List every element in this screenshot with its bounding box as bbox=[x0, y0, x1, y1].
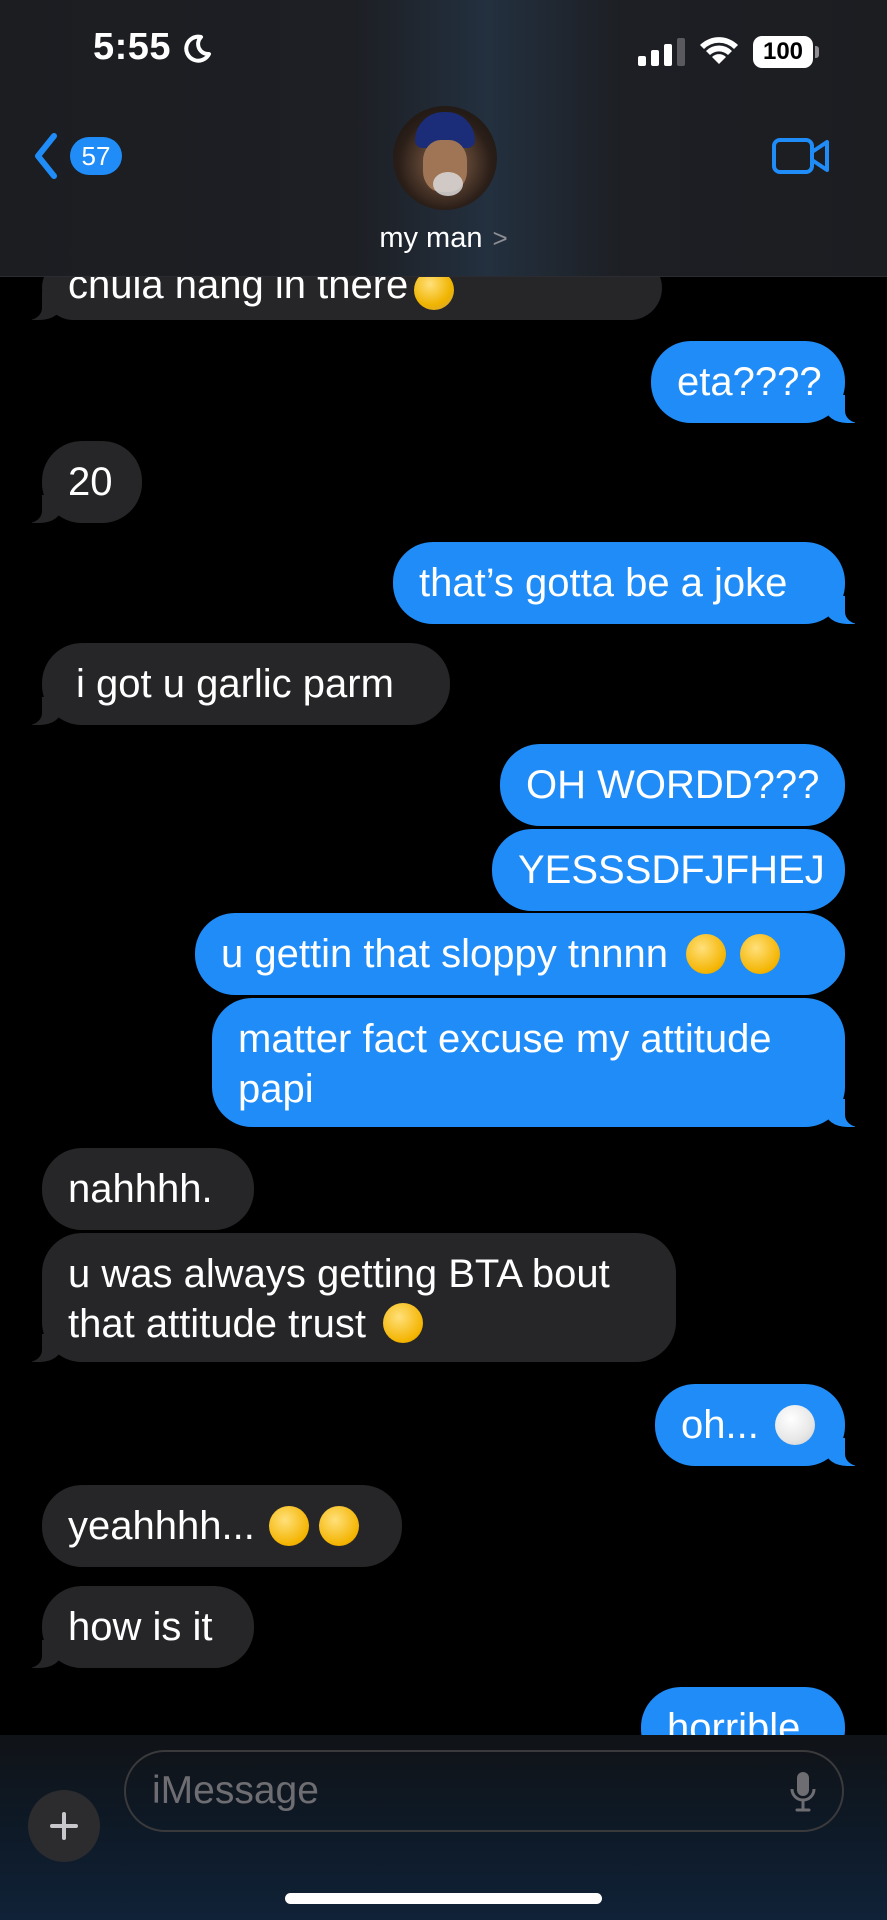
message-bubble-outgoing[interactable]: that’s gotta be a joke bbox=[393, 542, 867, 624]
imessage-input[interactable] bbox=[152, 1766, 712, 1816]
message-text: oh... bbox=[681, 1403, 759, 1447]
mic-icon[interactable] bbox=[790, 1771, 816, 1813]
home-indicator bbox=[285, 1893, 602, 1904]
contact-name-button[interactable]: my man > bbox=[0, 222, 887, 255]
weary-face-emoji-icon bbox=[686, 934, 726, 974]
wifi-icon bbox=[700, 37, 738, 64]
message-composer bbox=[0, 1735, 887, 1920]
message-text-body: u was always getting BTA bout that attit… bbox=[68, 1252, 610, 1346]
message-text: eta???? bbox=[677, 360, 822, 404]
message-bubble-incoming[interactable]: 20 bbox=[20, 441, 142, 523]
message-bubble-outgoing[interactable]: u gettin that sloppy tnnnn bbox=[195, 913, 845, 995]
message-bubble-outgoing[interactable]: horrible bbox=[641, 1687, 845, 1735]
message-text: how is it bbox=[68, 1605, 213, 1649]
plus-icon bbox=[50, 1812, 78, 1840]
apps-plus-button[interactable] bbox=[28, 1790, 100, 1862]
message-text: OH WORDD??? bbox=[526, 763, 820, 807]
message-bubble-incoming[interactable]: i got u garlic parm bbox=[20, 643, 450, 725]
message-text: matter fact excuse my attitude papi bbox=[238, 1017, 772, 1111]
rolling-laughing-emoji-icon bbox=[318, 1506, 359, 1546]
status-bar-time: 5:55 bbox=[93, 26, 172, 68]
weary-face-emoji-icon bbox=[740, 934, 780, 974]
conversation-header: 5:55 100 57 my man > bbox=[0, 0, 887, 277]
message-bubble-outgoing[interactable]: eta???? bbox=[651, 341, 867, 423]
message-text: 20 bbox=[68, 460, 113, 504]
message-text: i got u garlic parm bbox=[76, 662, 394, 706]
rolling-laughing-emoji-icon bbox=[268, 1506, 309, 1546]
message-text: horrible bbox=[667, 1706, 801, 1735]
message-bubble-incoming[interactable]: yeahhhh... bbox=[42, 1485, 402, 1567]
message-bubble-incoming[interactable]: nahhhh. bbox=[42, 1148, 254, 1230]
chevron-left-icon bbox=[35, 133, 57, 179]
message-bubble-incoming[interactable]: how is it bbox=[20, 1586, 254, 1668]
message-text: u gettin that sloppy tnnnn bbox=[221, 932, 668, 976]
message-bubble-outgoing[interactable]: OH WORDD??? bbox=[500, 744, 845, 826]
moon-icon bbox=[184, 34, 211, 63]
imessage-field[interactable] bbox=[124, 1750, 844, 1832]
message-bubble-outgoing[interactable]: oh... bbox=[655, 1384, 867, 1466]
message-text: yeahhhh... bbox=[68, 1504, 255, 1548]
contact-name: my man bbox=[379, 222, 483, 254]
unread-count-badge: 57 bbox=[70, 137, 122, 175]
cellular-signal-icon bbox=[638, 38, 685, 66]
message-bubble-incoming[interactable]: u was always getting BTA bout that attit… bbox=[20, 1233, 676, 1362]
message-bubble-outgoing[interactable]: YESSSDFJFHEJ bbox=[492, 829, 845, 911]
contact-avatar[interactable] bbox=[393, 106, 497, 210]
message-text: u was always getting BTA bout that attit… bbox=[68, 1249, 648, 1349]
battery-level: 100 bbox=[753, 36, 813, 68]
message-text: that’s gotta be a joke bbox=[419, 561, 788, 605]
face-in-clouds-emoji-icon bbox=[774, 1405, 815, 1445]
messages-screen: chula hang in there eta???? 20 that’s go… bbox=[0, 0, 887, 1920]
back-button[interactable]: 57 bbox=[32, 130, 124, 182]
battery-cap bbox=[815, 46, 819, 58]
battery-indicator: 100 bbox=[753, 36, 819, 68]
chevron-right-icon: > bbox=[492, 223, 508, 253]
pensive-face-emoji-icon bbox=[383, 1303, 424, 1343]
facetime-video-button[interactable] bbox=[772, 136, 830, 176]
avatar-smoke bbox=[433, 172, 463, 196]
message-bubble-outgoing[interactable]: matter fact excuse my attitude papi bbox=[212, 998, 867, 1127]
message-text: YESSSDFJFHEJ bbox=[518, 848, 825, 892]
message-text: nahhhh. bbox=[68, 1167, 213, 1211]
